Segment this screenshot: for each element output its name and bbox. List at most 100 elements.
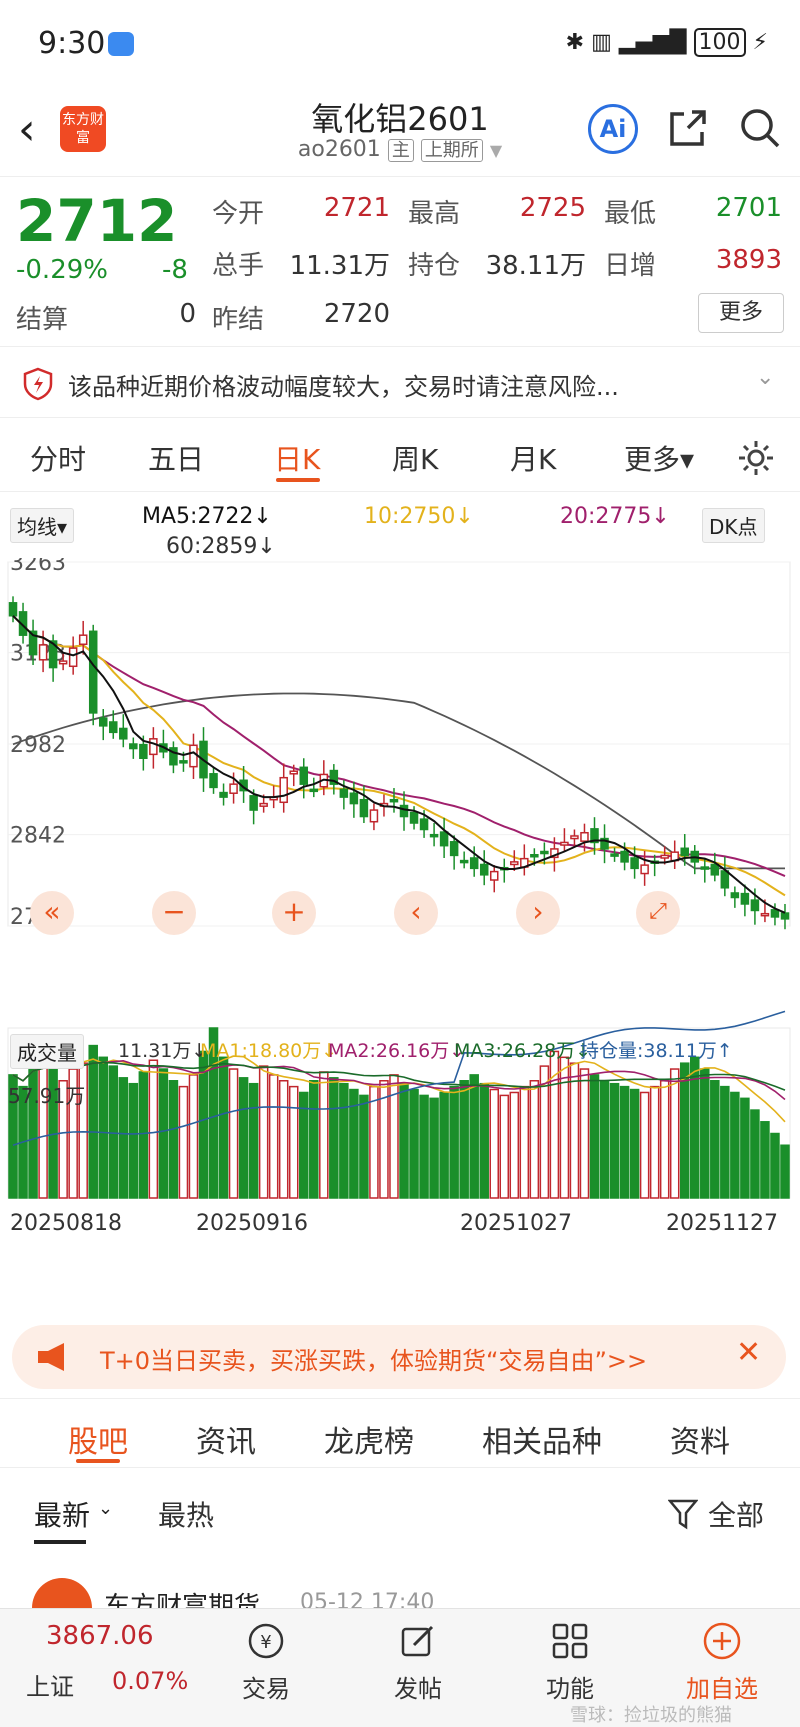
index-value[interactable]: 3867.06 — [46, 1621, 154, 1651]
volume-bar — [128, 1082, 139, 1199]
chevron-down-icon[interactable]: ⌄ — [756, 365, 774, 390]
close-icon[interactable]: ✕ — [736, 1335, 761, 1370]
scroll-to-start-button[interactable]: « — [30, 891, 74, 935]
volume-legend: 11.31万↓ — [118, 1040, 208, 1062]
tab-news[interactable]: 资讯 — [196, 1417, 256, 1461]
candle-body — [279, 776, 288, 804]
chevron-down-icon[interactable]: ⌄ — [98, 1498, 113, 1519]
add-watch-button[interactable]: 加自选 — [672, 1669, 772, 1704]
volume-bar — [619, 1085, 630, 1199]
tab-daily-k[interactable]: 日K — [274, 438, 320, 478]
volume-indicator-select[interactable]: 成交量 — [10, 1034, 84, 1069]
candle-body — [510, 861, 519, 866]
zoom-in-button[interactable]: + — [272, 891, 316, 935]
scroll-right-button[interactable]: › — [516, 891, 560, 935]
more-button[interactable]: 更多 — [698, 293, 784, 333]
kline-svg[interactable]: 32633123298228422701 2025081820250916202… — [0, 558, 800, 1318]
ma-indicator-select[interactable]: 均线▾ — [10, 508, 75, 543]
candle-body — [640, 864, 649, 875]
volume-bar — [339, 1082, 349, 1199]
tab-more[interactable]: 更多▾ — [624, 438, 694, 478]
dropdown-icon[interactable]: ▼ — [490, 141, 502, 160]
volume-bar — [329, 1077, 339, 1199]
volume-bar — [529, 1080, 540, 1199]
volume-bar — [730, 1091, 740, 1199]
edit-post-icon[interactable] — [398, 1621, 438, 1661]
tab-related[interactable]: 相关品种 — [482, 1417, 602, 1461]
fullscreen-button[interactable]: ⤢ — [636, 891, 680, 935]
promo-banner[interactable]: T+0当日买卖，买涨买跌，体验期货“交易自由”>> ✕ — [12, 1325, 786, 1389]
tab-five-day[interactable]: 五日 — [148, 438, 204, 478]
grid-function-icon[interactable] — [550, 1621, 590, 1661]
daily-increase-value: 3893 — [715, 245, 782, 275]
volume-bar — [770, 1132, 780, 1199]
filter-hot[interactable]: 最热 — [158, 1494, 214, 1534]
zoom-out-button[interactable]: − — [152, 891, 196, 935]
tab-intraday[interactable]: 分时 — [30, 438, 86, 478]
top-header: ‹ 东方财富 氧化铝2601 ao2601 主 上期所 ▼ Ai — [0, 90, 800, 176]
settings-gear-icon[interactable] — [736, 438, 776, 478]
candle-body — [570, 835, 579, 840]
scroll-left-button[interactable]: ‹ — [394, 891, 438, 935]
candle-body — [219, 791, 228, 798]
index-change[interactable]: 0.07% — [112, 1667, 188, 1695]
candle-body — [760, 912, 770, 917]
ma20-polyline — [12, 615, 786, 878]
volume-bar — [309, 1080, 319, 1199]
high-value: 2725 — [519, 193, 586, 223]
volume-bar — [509, 1091, 520, 1199]
ma10-legend: 10:2750↓ — [364, 504, 474, 529]
add-watch-icon[interactable] — [702, 1621, 742, 1661]
function-button[interactable]: 功能 — [520, 1669, 620, 1704]
volume-bar — [449, 1085, 459, 1199]
volume-bar — [710, 1080, 720, 1199]
tab-dragon-tiger[interactable]: 龙虎榜 — [324, 1417, 414, 1461]
prev-settle-label: 昨结 — [212, 305, 265, 335]
search-icon[interactable] — [736, 104, 784, 152]
settle-label: 结算 — [16, 305, 69, 335]
volume-bar — [88, 1044, 98, 1199]
post-button[interactable]: 发帖 — [368, 1669, 468, 1704]
share-icon[interactable] — [664, 104, 712, 152]
tab-forum[interactable]: 股吧 — [68, 1417, 128, 1461]
candle-body — [750, 899, 760, 912]
high-label: 最高 — [408, 199, 461, 229]
volume-bar — [429, 1097, 439, 1199]
volume-bar — [319, 1071, 329, 1199]
volume-bar — [419, 1094, 429, 1199]
candle-body — [710, 863, 720, 876]
risk-warning-bar[interactable]: 该品种近期价格波动幅度较大，交易时请注意风险... ⌄ — [0, 346, 800, 418]
ma10-polyline — [12, 615, 786, 897]
filter-icon[interactable] — [668, 1498, 698, 1530]
index-name[interactable]: 上证 — [26, 1667, 74, 1702]
ai-assistant-button[interactable]: Ai — [588, 104, 638, 154]
volume-bar — [489, 1088, 500, 1199]
y-tick-label: 2842 — [10, 824, 66, 849]
tab-weekly-k[interactable]: 周K — [392, 438, 438, 478]
tab-profile[interactable]: 资料 — [670, 1417, 730, 1461]
candle-body — [38, 644, 48, 661]
bottom-toolbar: 3867.06 上证 0.07% ¥ 交易 发帖 功能 加自选 雪球：捡垃圾的熊… — [0, 1608, 800, 1727]
watermark-text: 雪球：捡垃圾的熊猫 — [570, 1705, 732, 1726]
volume-bar — [639, 1091, 650, 1199]
candle-body — [469, 857, 479, 870]
volume-bar — [178, 1085, 189, 1199]
open-value: 2721 — [323, 193, 390, 223]
yen-trade-icon[interactable]: ¥ — [246, 1621, 286, 1661]
filter-latest[interactable]: 最新 — [34, 1494, 90, 1534]
filter-all[interactable]: 全部 — [708, 1494, 764, 1534]
trade-button[interactable]: 交易 — [216, 1669, 316, 1704]
shield-warning-icon — [23, 367, 53, 401]
volume-bar — [148, 1059, 159, 1199]
candle-body — [229, 783, 238, 794]
dk-point-button[interactable]: DK点 — [702, 508, 765, 543]
candle-body — [249, 795, 258, 811]
prev-settle-value: 2720 — [323, 299, 390, 329]
candle-body — [68, 647, 78, 668]
daily-increase-label: 日增 — [604, 251, 657, 281]
candle-body — [399, 804, 409, 818]
x-tick-label: 20250818 — [10, 1211, 122, 1236]
tab-monthly-k[interactable]: 月K — [510, 438, 556, 478]
candle-body — [429, 833, 439, 838]
volume-bar — [359, 1094, 369, 1199]
